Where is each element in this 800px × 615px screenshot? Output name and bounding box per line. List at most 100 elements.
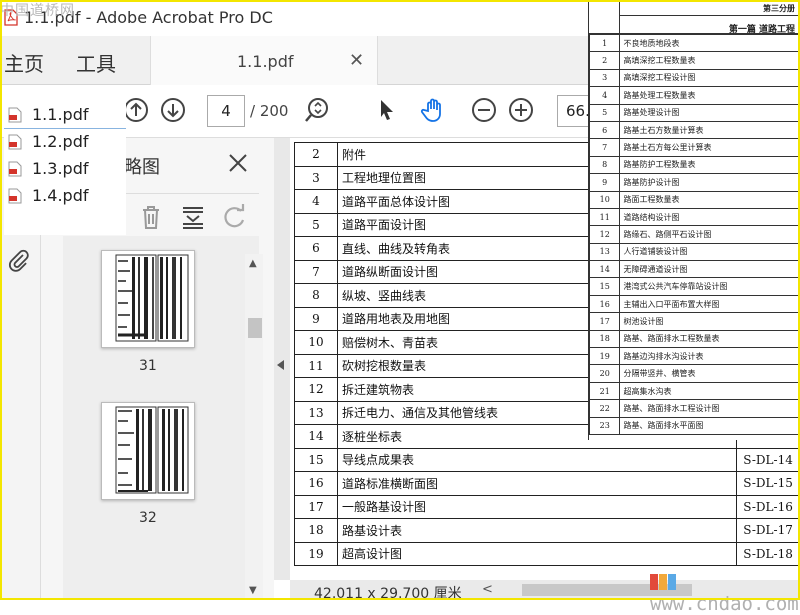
table-row: 7路基土石方每公里计算表 (590, 139, 800, 156)
watermark-url: www.cndao.com (650, 593, 799, 615)
page-number-input[interactable]: 4 (207, 95, 245, 127)
attachment-icon[interactable] (6, 248, 30, 272)
thumbnail-scrollbar[interactable]: ▲ ▼ (245, 254, 263, 598)
pdf-file-icon (8, 161, 22, 177)
overlay-cell-n: 7 (590, 139, 620, 156)
overlay-cell-n: 23 (590, 417, 620, 434)
table-cell-num: 18 (295, 519, 338, 543)
table-cell-code: S-DL-18 (737, 542, 800, 566)
page-total: / 200 (250, 102, 288, 120)
thumbnail-label: 31 (139, 358, 157, 374)
close-panel-icon[interactable] (227, 152, 249, 174)
table-row: 12路缘石、路侧平石设计图 (590, 226, 800, 243)
table-row: 2高填深挖工程数量表 (590, 52, 800, 69)
table-cell-num: 4 (295, 190, 338, 214)
thumbnail-drawing (102, 251, 194, 347)
table-row: 17树池设计图 (590, 313, 800, 330)
overlay-cell-t: 路基土石方每公里计算表 (620, 139, 800, 156)
overlay-cell-n: 5 (590, 104, 620, 121)
table-row: 18路基设计表S-DL-17 (295, 519, 800, 543)
scroll-up-icon[interactable]: ▲ (249, 258, 257, 269)
table-row: 6路基土石方数量计算表 (590, 121, 800, 138)
table-row: 17一般路基设计图S-DL-16 (295, 495, 800, 519)
next-page-icon[interactable] (159, 96, 187, 124)
page-thumbnail[interactable] (101, 250, 195, 348)
table-row: 11道路结构设计图 (590, 208, 800, 225)
scrollbar-thumb[interactable] (248, 318, 262, 338)
menu-tools[interactable]: 工具 (76, 48, 116, 77)
page-thumbnail[interactable] (101, 402, 195, 500)
overlay-cell-t: 港湾式公共汽车停靠站设计图 (620, 278, 800, 295)
overlay-table: 1不良地质地段表2高填深挖工程数量表3高填深挖工程设计图4路基处理工程数量表5路… (589, 34, 800, 435)
overlay-cell-t: 人行道铺装设计图 (620, 243, 800, 260)
hand-tool-icon[interactable] (420, 96, 448, 124)
table-cell-num: 13 (295, 401, 338, 425)
table-cell-code: S-DL-17 (737, 519, 800, 543)
overlay-cell-n: 21 (590, 382, 620, 399)
overlay-cell-n: 2 (590, 52, 620, 69)
table-cell-num: 19 (295, 542, 338, 566)
table-row: 15港湾式公共汽车停靠站设计图 (590, 278, 800, 295)
file-item[interactable]: 1.2.pdf (4, 128, 126, 155)
table-row: 9路基防护设计图 (590, 174, 800, 191)
extract-page-icon[interactable] (179, 202, 207, 232)
overlay-cell-n: 17 (590, 313, 620, 330)
tab-document-label: 1.1.pdf (237, 52, 293, 71)
table-cell-num: 14 (295, 425, 338, 449)
file-item-label: 1.2.pdf (32, 132, 88, 151)
pdf-file-icon (8, 107, 22, 123)
panel-title: 略图 (124, 153, 160, 179)
table-row: 5路基处理设计图 (590, 104, 800, 121)
select-cursor-icon[interactable] (372, 96, 400, 124)
scroll-left-icon[interactable]: < (482, 582, 493, 597)
close-icon[interactable]: ✕ (349, 50, 364, 71)
table-row: 8路基防护工程数量表 (590, 156, 800, 173)
scroll-down-icon[interactable]: ▼ (249, 585, 257, 596)
tab-document[interactable]: 1.1.pdf ✕ (150, 36, 378, 85)
file-item[interactable]: 1.1.pdf (4, 101, 126, 129)
delete-page-icon[interactable] (137, 202, 165, 232)
overlay-cell-n: 9 (590, 174, 620, 191)
table-cell-num: 15 (295, 448, 338, 472)
file-item[interactable]: 1.3.pdf (4, 155, 126, 182)
table-row: 3高填深挖工程设计图 (590, 69, 800, 86)
previous-page-icon[interactable] (122, 96, 150, 124)
menu-home[interactable]: 主页 (4, 48, 44, 77)
table-cell-num: 8 (295, 284, 338, 308)
overlay-cell-t: 无障碍通道设计图 (620, 261, 800, 278)
file-item[interactable]: 1.4.pdf (4, 182, 126, 209)
table-row: 18路基、路面排水工程数量表 (590, 330, 800, 347)
overlay-cell-n: 20 (590, 365, 620, 382)
collapse-arrow-icon[interactable] (277, 360, 284, 370)
overlay-cell-n: 11 (590, 208, 620, 225)
file-item-label: 1.1.pdf (32, 105, 88, 124)
table-row: 21超高集水沟表 (590, 382, 800, 399)
overlay-cell-n: 13 (590, 243, 620, 260)
table-row: 20分隔带竖井、横管表 (590, 365, 800, 382)
watermark-top: 中国道桥网 (0, 0, 75, 20)
table-row: 19超高设计图S-DL-18 (295, 542, 800, 566)
overlay-cell-n: 4 (590, 87, 620, 104)
overlay-cell-n: 1 (590, 35, 620, 52)
table-row: 16主辅出入口平面布置大样图 (590, 295, 800, 312)
table-row: 10路面工程数量表 (590, 191, 800, 208)
collapse-panel-strip[interactable] (274, 138, 290, 580)
overlay-cell-t: 路基边沟排水沟设计表 (620, 348, 800, 365)
overlay-cell-n: 3 (590, 69, 620, 86)
zoom-in-icon[interactable] (507, 96, 535, 124)
overlay-cell-n: 22 (590, 400, 620, 417)
table-cell-num: 16 (295, 472, 338, 496)
overlay-index-table: 第三分册 第一篇 道路工程 1不良地质地段表2高填深挖工程数量表3高填深挖工程设… (588, 0, 800, 440)
rotate-page-icon[interactable] (221, 202, 249, 232)
table-cell-num: 2 (295, 143, 338, 167)
overlay-cell-t: 路缘石、路侧平石设计图 (620, 226, 800, 243)
overlay-cell-t: 路基土石方数量计算表 (620, 121, 800, 138)
zoom-out-icon[interactable] (470, 96, 498, 124)
zoom-fit-icon[interactable] (303, 96, 331, 124)
table-row: 19路基边沟排水沟设计表 (590, 348, 800, 365)
table-cell-num: 6 (295, 237, 338, 261)
overlay-cell-t: 分隔带竖井、横管表 (620, 365, 800, 382)
overlay-cell-t: 高填深挖工程数量表 (620, 52, 800, 69)
thumbnail-drawing (102, 403, 194, 499)
watermark-bar (650, 574, 658, 590)
